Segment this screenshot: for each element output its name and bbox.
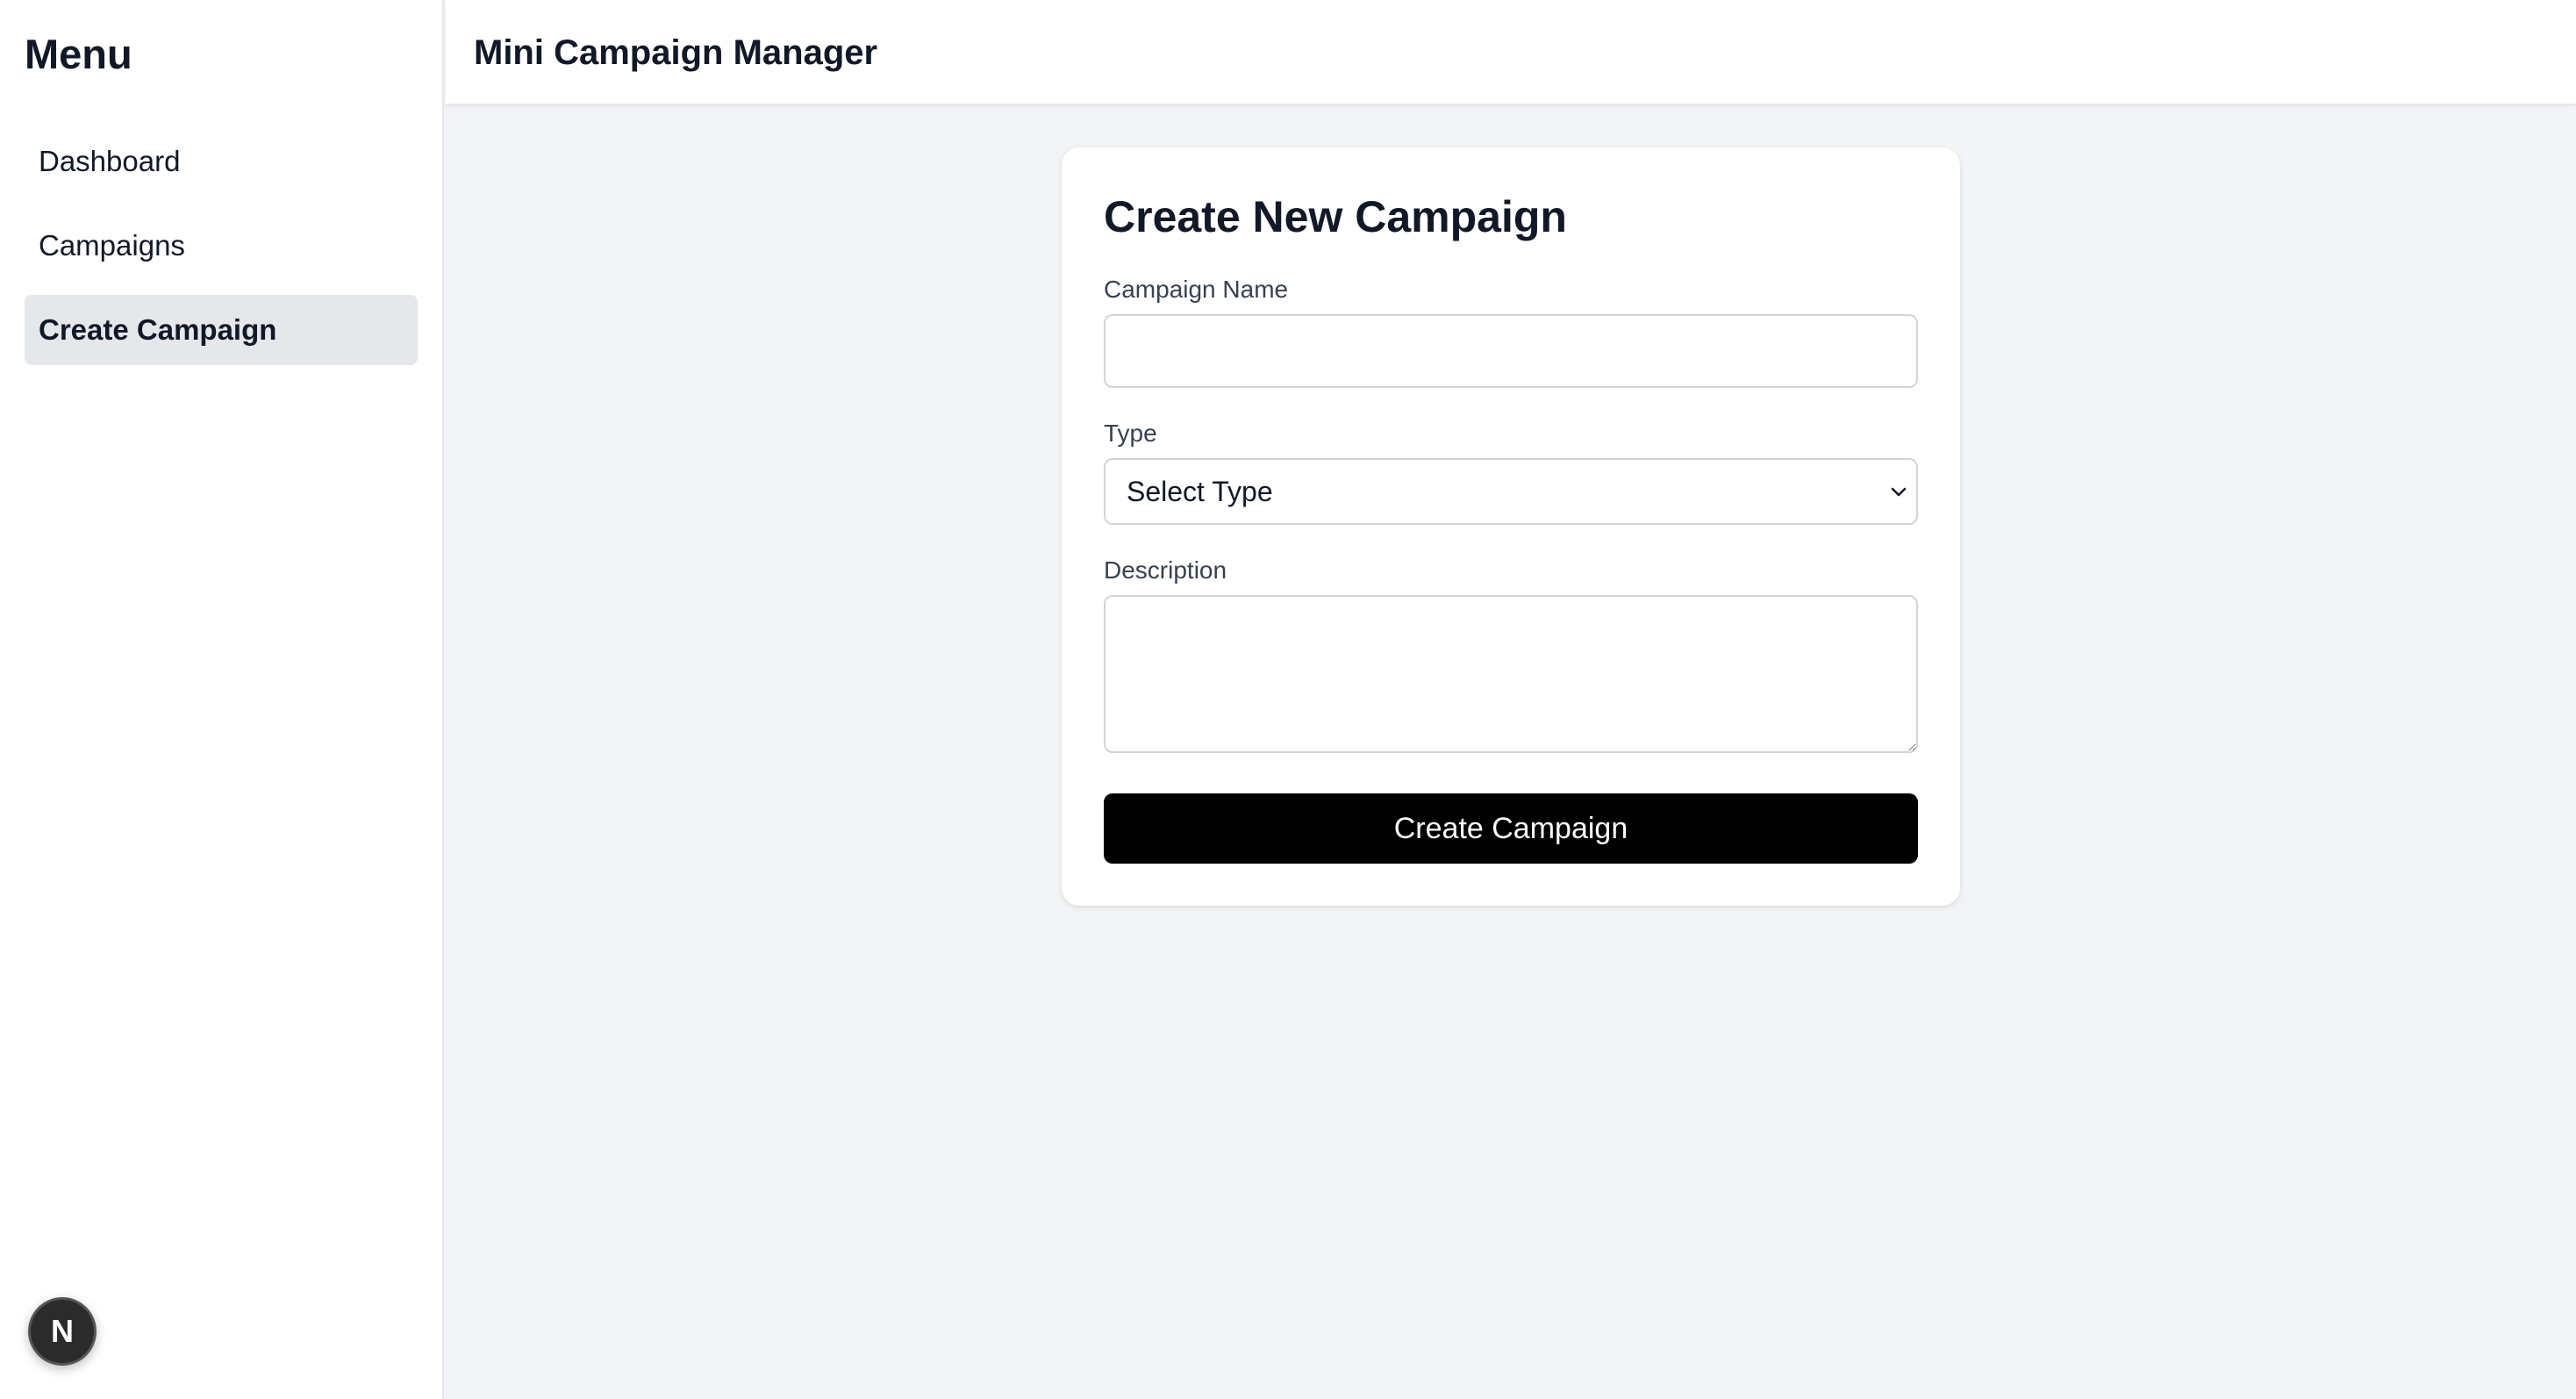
sidebar-nav: Dashboard Campaigns Create Campaign (25, 126, 418, 379)
campaign-name-input[interactable] (1104, 314, 1918, 388)
sidebar-item-campaigns[interactable]: Campaigns (25, 211, 418, 281)
app-title: Mini Campaign Manager (474, 33, 878, 72)
create-campaign-card: Create New Campaign Campaign Name Type S… (1062, 147, 1960, 906)
sidebar-title: Menu (25, 31, 132, 77)
chevron-down-icon (1891, 487, 1907, 497)
sidebar-item-create-campaign[interactable]: Create Campaign (25, 295, 418, 365)
nextjs-logo-icon: N (51, 1313, 74, 1349)
type-select[interactable]: Select Type (1104, 458, 1918, 525)
sidebar: Menu Dashboard Campaigns Create Campaign… (0, 0, 444, 1399)
type-label: Type (1104, 420, 1157, 447)
campaign-name-label: Campaign Name (1104, 276, 1289, 303)
form-title: Create New Campaign (1104, 192, 1567, 241)
top-header: Mini Campaign Manager (446, 0, 2576, 105)
sidebar-item-dashboard[interactable]: Dashboard (25, 126, 418, 197)
app-root: Menu Dashboard Campaigns Create Campaign… (0, 0, 2576, 1399)
description-textarea[interactable] (1104, 595, 1918, 753)
type-select-value: Select Type (1127, 476, 1273, 507)
create-campaign-button[interactable]: Create Campaign (1104, 793, 1918, 864)
nextjs-dev-badge[interactable]: N (28, 1297, 97, 1366)
description-label: Description (1104, 556, 1227, 584)
